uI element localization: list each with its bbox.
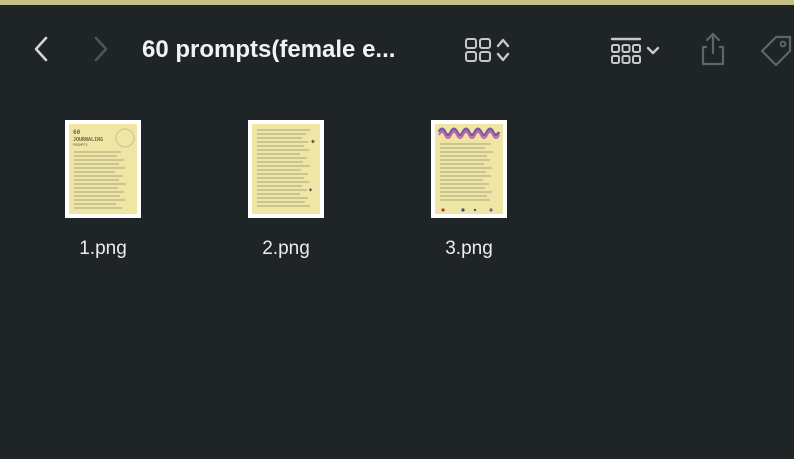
journal-page-preview: ✦ ✦	[257, 129, 316, 207]
share-icon	[701, 32, 725, 66]
window-title: 60 prompts(female e...	[142, 36, 396, 63]
share-button[interactable]	[696, 29, 730, 69]
svg-text:PROMPTS: PROMPTS	[73, 143, 88, 147]
svg-text:✦: ✦	[308, 187, 313, 194]
tag-button[interactable]	[758, 33, 794, 69]
finder-toolbar: 60 prompts(female e...	[0, 5, 794, 91]
journal-page-preview	[437, 127, 501, 212]
file-item-2[interactable]: ✦ ✦ 2.png	[226, 120, 346, 270]
thumbnail-image: 60 JOURNALING PROMPTS	[69, 124, 137, 214]
file-item-1[interactable]: 60 JOURNALING PROMPTS 1.png	[43, 120, 163, 270]
grid-view-icon	[465, 38, 491, 62]
file-thumbnail	[431, 120, 507, 218]
file-name: 2.png	[262, 238, 310, 259]
thumbnail-image	[435, 124, 503, 214]
journal-page-preview: 60 JOURNALING PROMPTS	[73, 128, 135, 209]
file-thumbnail: ✦ ✦	[248, 120, 324, 218]
svg-text:60: 60	[73, 129, 81, 136]
view-mode-button[interactable]	[456, 35, 518, 65]
chevron-left-icon	[34, 36, 48, 62]
tag-icon	[760, 35, 792, 67]
chevron-right-icon	[94, 36, 108, 62]
up-down-chevron-icon	[496, 38, 510, 62]
file-name: 3.png	[445, 238, 493, 259]
svg-text:✦: ✦	[310, 138, 316, 146]
file-thumbnail: 60 JOURNALING PROMPTS	[65, 120, 141, 218]
file-name: 1.png	[79, 238, 127, 259]
forward-button[interactable]	[86, 33, 116, 65]
thumbnail-image: ✦ ✦	[252, 124, 320, 214]
chevron-down-icon	[646, 46, 660, 55]
group-by-icon	[610, 37, 642, 64]
group-by-button[interactable]	[600, 33, 670, 69]
file-item-3[interactable]: 3.png	[409, 120, 529, 270]
back-button[interactable]	[26, 33, 56, 65]
